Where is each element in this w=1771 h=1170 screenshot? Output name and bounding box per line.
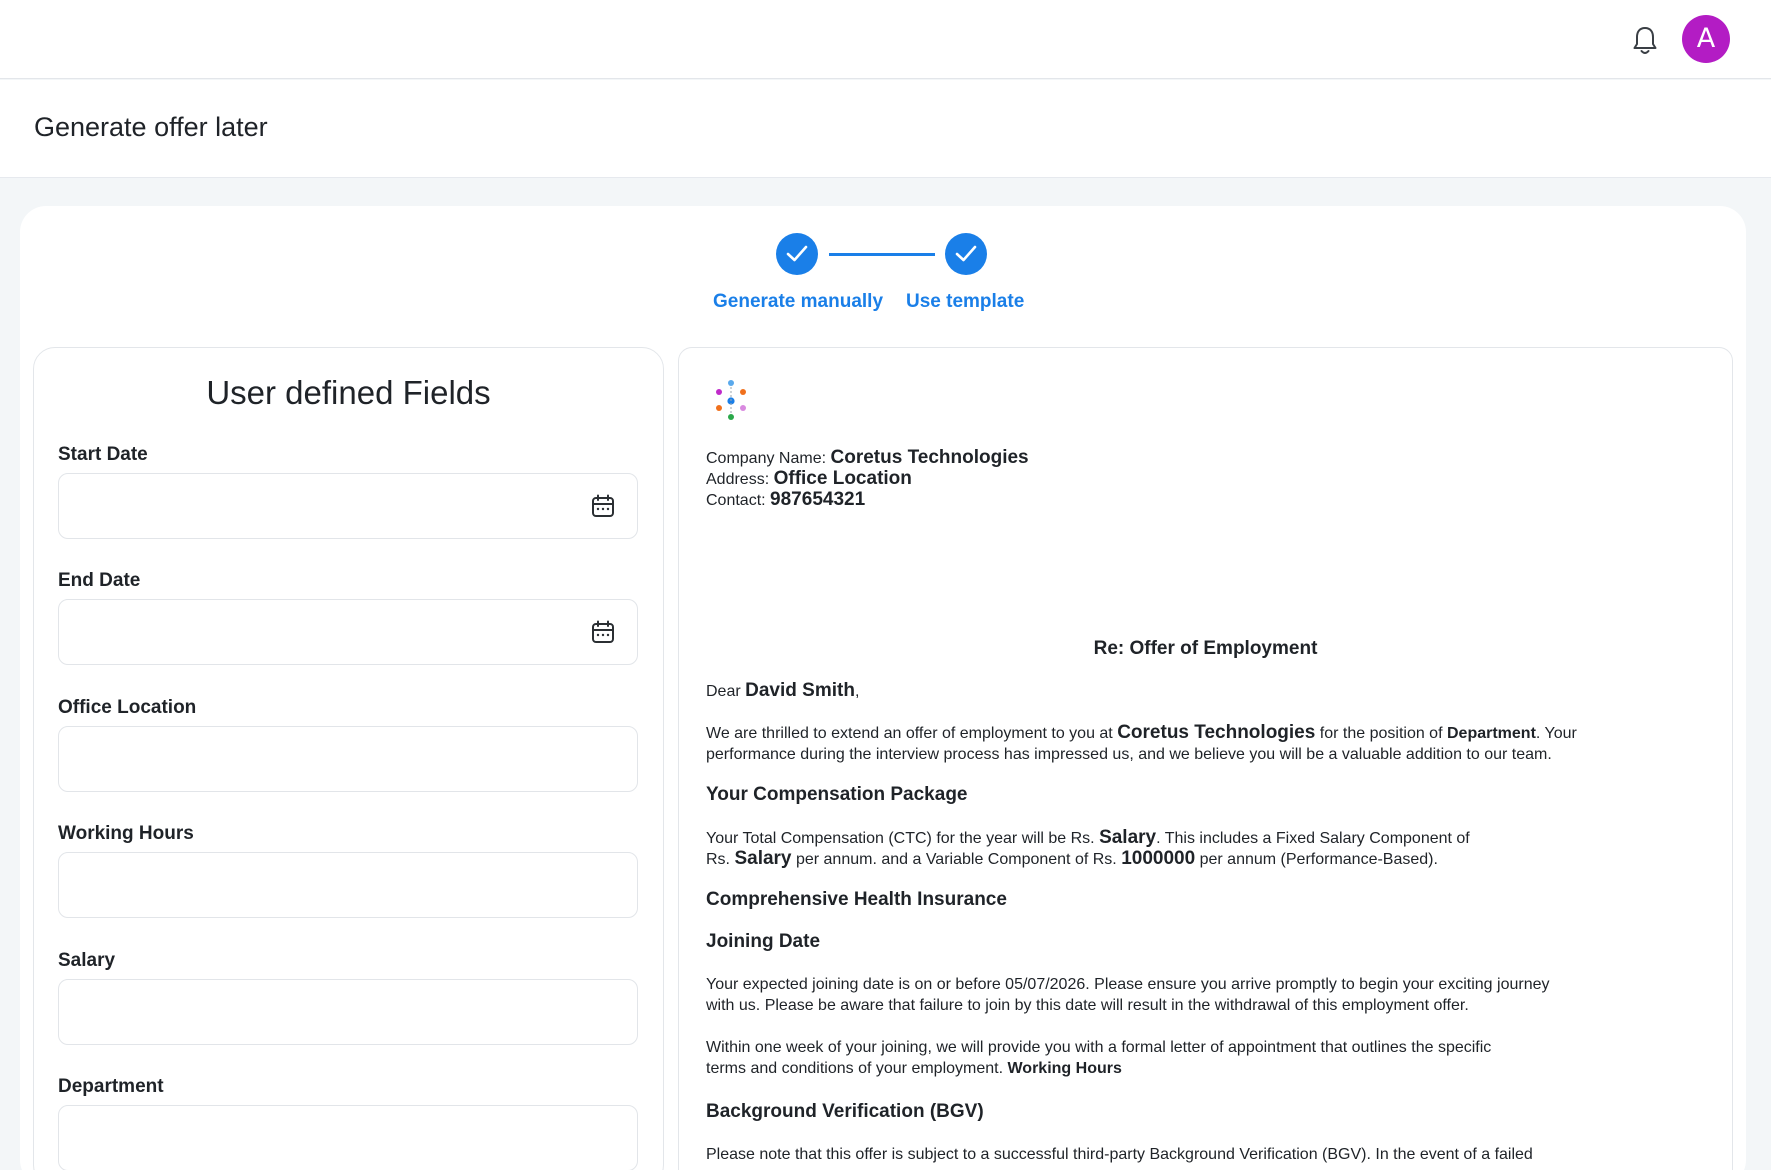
company-name-line: Company Name: Coretus Technologies bbox=[706, 447, 1029, 469]
address-line: Address: Office Location bbox=[706, 468, 912, 490]
office-location-input[interactable] bbox=[58, 726, 638, 792]
intro-text-3: . Your bbox=[1535, 725, 1577, 742]
joining-heading: Joining Date bbox=[706, 931, 821, 952]
step-1-complete-icon[interactable] bbox=[776, 233, 818, 275]
calendar-icon[interactable] bbox=[591, 620, 615, 644]
working-hours-input[interactable] bbox=[58, 852, 638, 918]
end-date-input[interactable] bbox=[58, 599, 638, 665]
comp-variable: 1000000 bbox=[1121, 848, 1196, 869]
comp-text-1: Your Total Compensation (CTC) for the ye… bbox=[706, 830, 1095, 847]
greeting-prefix: Dear bbox=[706, 683, 741, 700]
bgv-heading: Background Verification (BGV) bbox=[706, 1101, 984, 1122]
comp-text-4: per annum. and a Variable Component of R… bbox=[795, 851, 1117, 868]
greeting: Dear David Smith, bbox=[706, 680, 859, 702]
intro-text-1: We are thrilled to extend an offer of em… bbox=[706, 725, 1113, 742]
step-2-complete-icon[interactable] bbox=[945, 233, 987, 275]
step-connector bbox=[829, 253, 935, 256]
compensation-line-2: Rs. Salary per annum. and a Variable Com… bbox=[706, 848, 1438, 870]
bell-icon[interactable] bbox=[1630, 24, 1660, 56]
comp-text-2: . This includes a Fixed Salary Component… bbox=[1156, 830, 1470, 847]
title-bar: Generate offer later bbox=[0, 80, 1771, 178]
department-input[interactable] bbox=[58, 1105, 638, 1170]
avatar[interactable]: A bbox=[1682, 15, 1730, 63]
appointment-line-2: terms and conditions of your employment.… bbox=[706, 1060, 1122, 1078]
form-title: User defined Fields bbox=[206, 374, 491, 411]
working-hours-label: Working Hours bbox=[58, 823, 194, 844]
step-generate-manually[interactable]: Generate manually bbox=[713, 291, 883, 313]
comp-text-3: Rs. bbox=[706, 851, 730, 868]
company-name-value: Coretus Technologies bbox=[830, 447, 1029, 468]
intro-company: Coretus Technologies bbox=[1117, 722, 1316, 743]
start-date-input[interactable] bbox=[58, 473, 638, 539]
intro-text-2: for the position of bbox=[1319, 725, 1443, 742]
bgv-line-1: Please note that this offer is subject t… bbox=[706, 1146, 1533, 1163]
intro-line-2: performance during the interview process… bbox=[706, 746, 1552, 763]
contact-value: 987654321 bbox=[770, 489, 866, 510]
address-value: Office Location bbox=[773, 468, 912, 489]
comp-text-5: per annum (Performance-Based). bbox=[1199, 851, 1438, 868]
company-logo bbox=[716, 380, 746, 420]
appointment-text: terms and conditions of your employment. bbox=[706, 1060, 1004, 1077]
letter-subject: Re: Offer of Employment bbox=[1093, 638, 1318, 659]
start-date-label: Start Date bbox=[58, 444, 148, 465]
candidate-name: David Smith bbox=[745, 680, 855, 701]
comp-ctc: Salary bbox=[1099, 827, 1157, 848]
step-use-template[interactable]: Use template bbox=[906, 291, 1024, 313]
page-title: Generate offer later bbox=[34, 112, 268, 142]
compensation-line-1: Your Total Compensation (CTC) for the ye… bbox=[706, 827, 1470, 849]
department-label: Department bbox=[58, 1076, 164, 1097]
compensation-heading: Your Compensation Package bbox=[706, 784, 968, 805]
salary-input[interactable] bbox=[58, 979, 638, 1045]
company-name-label: Company Name: bbox=[706, 450, 827, 467]
intro-line-1: We are thrilled to extend an offer of em… bbox=[706, 722, 1577, 744]
intro-position: Department bbox=[1446, 725, 1536, 742]
appointment-line-1: Within one week of your joining, we will… bbox=[706, 1039, 1492, 1056]
contact-label: Contact: bbox=[706, 492, 766, 509]
end-date-label: End Date bbox=[58, 570, 141, 591]
comp-fixed: Salary bbox=[734, 848, 792, 869]
joining-line-1: Your expected joining date is on or befo… bbox=[706, 976, 1550, 993]
calendar-icon[interactable] bbox=[591, 494, 615, 518]
address-label: Address: bbox=[706, 471, 770, 488]
greeting-suffix: , bbox=[854, 683, 860, 700]
contact-line: Contact: 987654321 bbox=[706, 489, 865, 511]
appointment-working-hours: Working Hours bbox=[1007, 1060, 1122, 1077]
health-heading: Comprehensive Health Insurance bbox=[706, 889, 1007, 910]
salary-label: Salary bbox=[58, 950, 116, 971]
top-bar: A bbox=[0, 0, 1771, 79]
joining-line-2: with us. Please be aware that failure to… bbox=[706, 997, 1469, 1014]
office-location-label: Office Location bbox=[58, 697, 197, 718]
